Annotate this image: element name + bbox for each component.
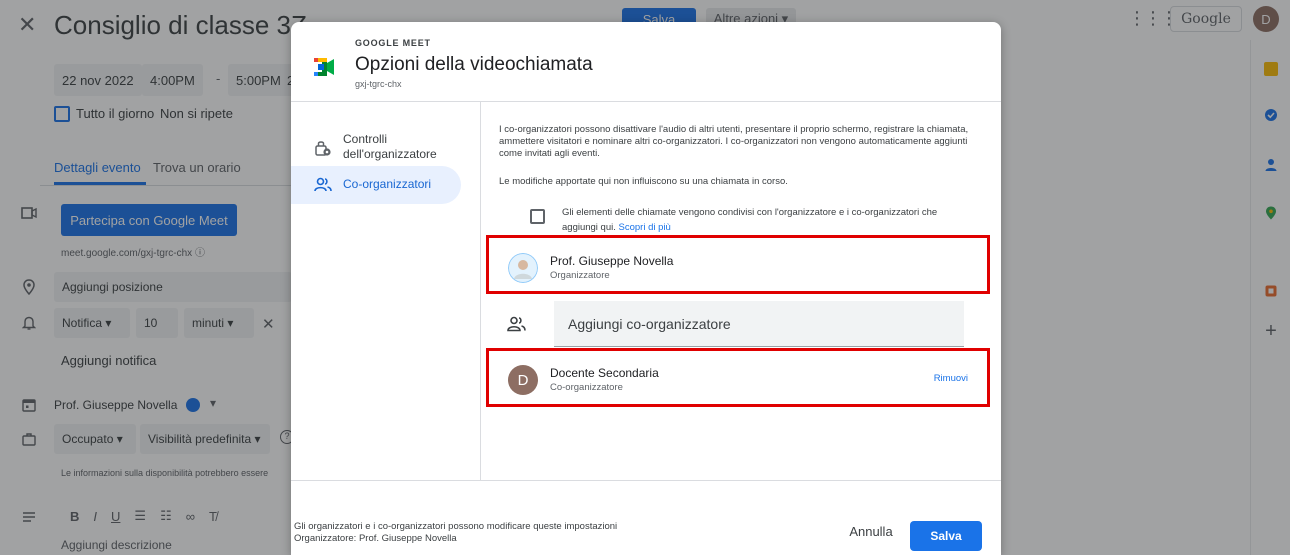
- nav-cohosts-label: Co-organizzatori: [343, 177, 432, 191]
- share-artifacts-checkbox[interactable]: [530, 209, 545, 224]
- meeting-code: gxj-tgrc-chx: [355, 79, 402, 89]
- cohosts-description: I co-organizzatori possono disattivare l…: [499, 124, 969, 159]
- organizer-highlight-box: [486, 235, 990, 294]
- lock-settings-icon: [315, 141, 331, 156]
- cohost-highlight-box: [486, 348, 990, 407]
- share-artifacts-label: Gli elementi delle chiamate vengono cond…: [562, 207, 938, 233]
- dialog-nav: Controlli dell'organizzatore Co-organizz…: [291, 102, 481, 480]
- people-icon: [314, 177, 332, 192]
- add-people-icon: [507, 316, 526, 332]
- add-cohost-row: Aggiungi co-organizzatore: [507, 301, 977, 347]
- save-button[interactable]: Salva: [910, 521, 982, 551]
- dialog-title: Opzioni della videochiamata: [355, 54, 593, 75]
- dialog-footer: Gli organizzatori e i co-organizzatori p…: [291, 480, 1001, 555]
- learn-more-link[interactable]: Scopri di più: [619, 222, 671, 233]
- cohosts-note: Le modifiche apportate qui non influisco…: [499, 176, 788, 187]
- add-cohost-placeholder: Aggiungi co-organizzatore: [568, 316, 731, 332]
- dialog-eyebrow: GOOGLE MEET: [355, 38, 431, 48]
- nav-cohosts[interactable]: Co-organizzatori: [291, 166, 461, 204]
- dialog-header: GOOGLE MEET Opzioni della videochiamata …: [291, 22, 1001, 102]
- google-meet-logo-icon: [314, 58, 334, 76]
- nav-host-controls-label: Controlli dell'organizzatore: [343, 132, 437, 161]
- cancel-button[interactable]: Annulla: [835, 515, 907, 547]
- add-cohost-input[interactable]: Aggiungi co-organizzatore: [554, 301, 964, 347]
- footer-note: Gli organizzatori e i co-organizzatori p…: [294, 521, 618, 544]
